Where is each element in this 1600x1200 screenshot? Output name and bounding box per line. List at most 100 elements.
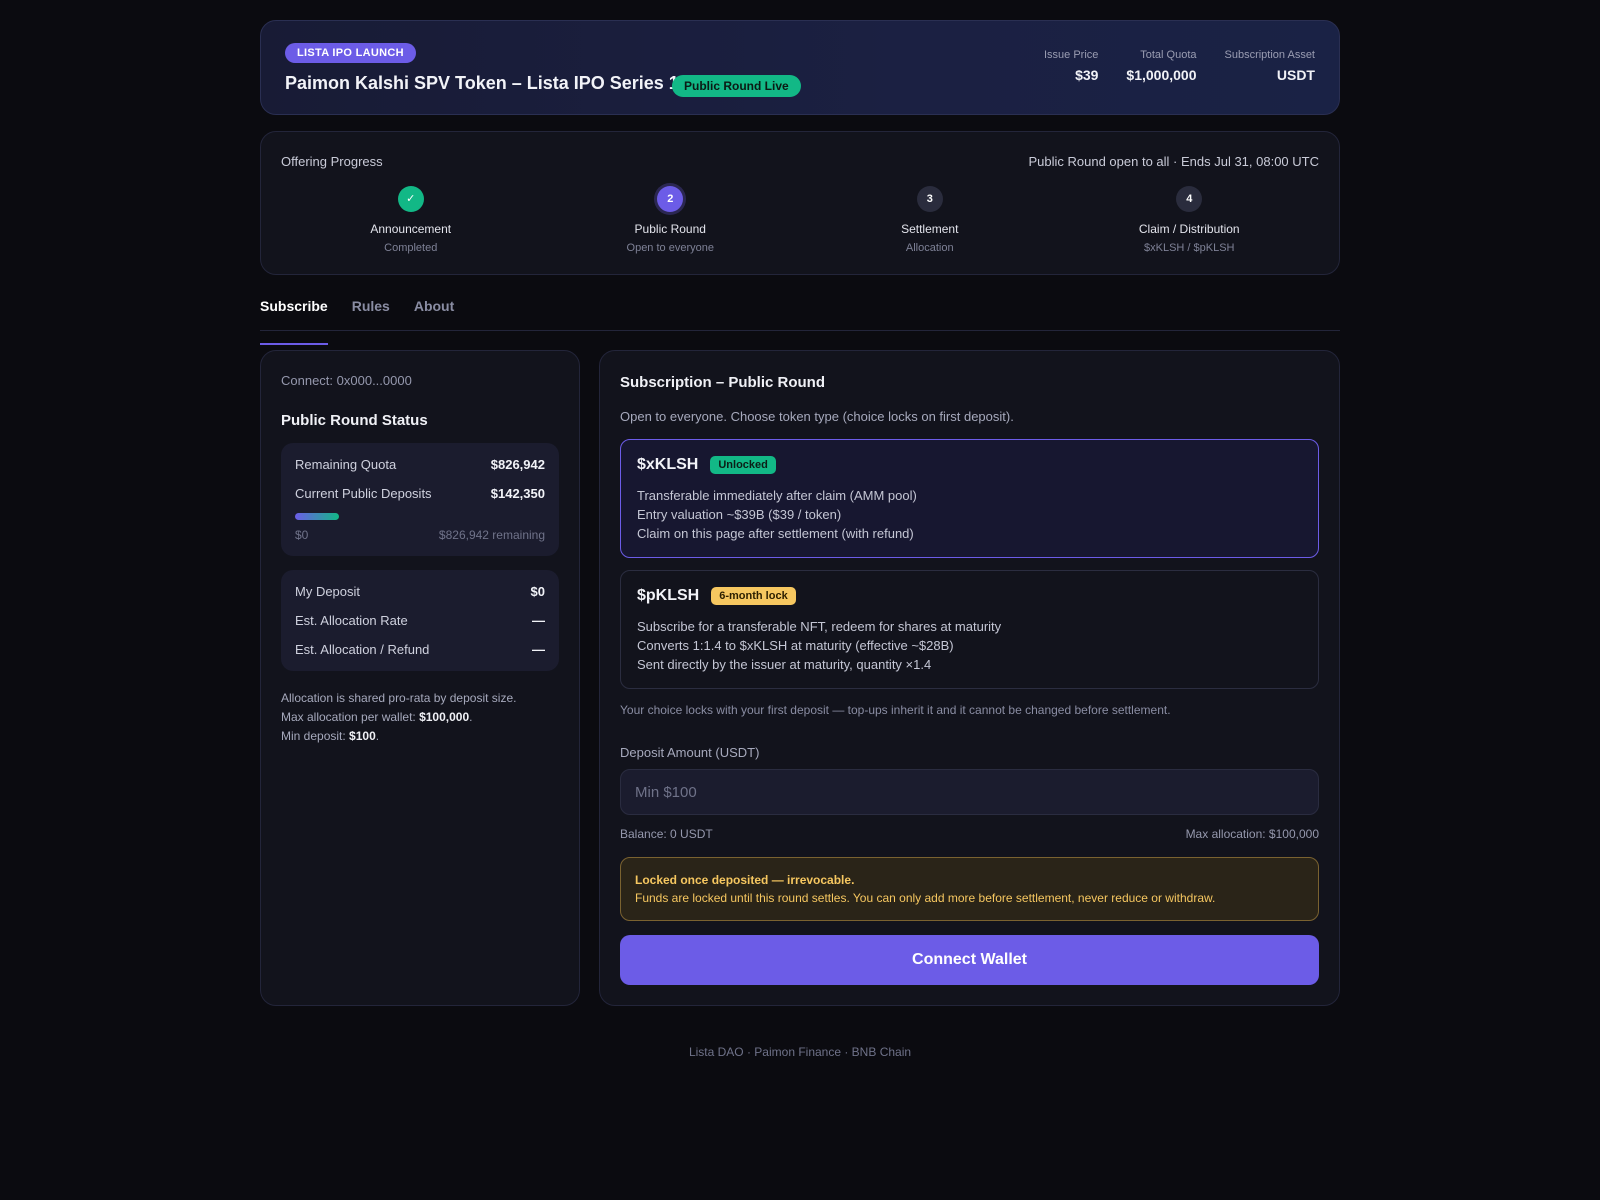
tab-subscribe[interactable]: Subscribe — [260, 295, 328, 345]
option-line: Sent directly by the issuer at maturity,… — [637, 657, 932, 672]
step-claim: 4 Claim / Distribution $xKLSH / $pKLSH — [1060, 186, 1320, 254]
offering-stats: Issue Price $39 Total Quota $1,000,000 S… — [1044, 49, 1315, 83]
step-name: Public Round — [634, 222, 706, 236]
status-title: Public Round Status — [281, 412, 428, 429]
option-header: $xKLSH Unlocked — [637, 456, 1302, 474]
note-prefix: Min deposit: — [281, 729, 350, 743]
option-line: Converts 1:1.4 to $xKLSH at maturity (ef… — [637, 638, 954, 653]
option-pklsh[interactable]: $pKLSH 6-month lock Subscribe for a tran… — [620, 570, 1319, 689]
row-label: Current Public Deposits — [295, 486, 432, 501]
tab-bar: Subscribe Rules About — [260, 295, 1340, 345]
bar-min-label: $0 — [295, 528, 309, 542]
irrevocable-warning: Locked once deposited — irrevocable. Fun… — [620, 857, 1319, 921]
allocation-note: Allocation is shared pro-rata by deposit… — [281, 689, 559, 746]
step-status: Completed — [384, 242, 438, 254]
row-label: Remaining Quota — [295, 457, 397, 472]
note-line: Min deposit: $100. — [281, 729, 380, 743]
min-deposit-value: $100 — [349, 729, 376, 743]
stat-issue-price: Issue Price $39 — [1044, 49, 1098, 83]
bar-remaining-label: $826,942 remaining — [438, 528, 545, 542]
step-public-round: 2 Public Round Open to everyone — [541, 186, 801, 254]
option-line: Transferable immediately after claim (AM… — [637, 488, 917, 503]
row-value: $0 — [530, 584, 545, 599]
subscription-panel: Subscription – Public Round Open to ever… — [599, 350, 1340, 1006]
subscription-title: Subscription – Public Round — [620, 374, 826, 391]
stat-value: $1,000,000 — [1126, 67, 1197, 83]
allocation-rate-row: Est. Allocation Rate — — [295, 613, 545, 628]
launch-badge: LISTA IPO LAUNCH — [285, 43, 416, 63]
progress-title: Offering Progress — [281, 154, 383, 169]
stat-value: USDT — [1276, 67, 1315, 83]
step-status: Allocation — [905, 242, 954, 254]
row-label: Est. Allocation Rate — [295, 613, 408, 628]
stat-label: Subscription Asset — [1224, 49, 1316, 61]
row-label: My Deposit — [295, 584, 361, 599]
option-header: $pKLSH 6-month lock — [637, 587, 1302, 605]
option-line: Claim on this page after settlement (wit… — [637, 526, 914, 541]
option-details: Transferable immediately after claim (AM… — [637, 486, 1302, 543]
note-prefix: Max allocation per wallet: — [281, 710, 420, 724]
option-name: $xKLSH — [637, 456, 699, 473]
my-deposit-row: My Deposit $0 — [295, 584, 545, 599]
subscription-desc: Open to everyone. Choose token type (cho… — [620, 409, 1014, 424]
check-icon: ✓ — [397, 186, 424, 212]
warning-body: Funds are locked until this round settle… — [635, 891, 1216, 905]
step-number: 4 — [1176, 186, 1203, 212]
quota-progress-bar — [295, 513, 339, 520]
row-label: Est. Allocation / Refund — [295, 642, 430, 657]
row-value: $826,942 — [490, 457, 545, 472]
offering-header: LISTA IPO LAUNCH Paimon Kalshi SPV Token… — [260, 20, 1340, 115]
tab-about[interactable]: About — [414, 295, 454, 330]
row-value: — — [532, 642, 545, 657]
step-settlement: 3 Settlement Allocation — [800, 186, 1060, 254]
step-name: Settlement — [901, 222, 959, 236]
tab-rules[interactable]: Rules — [352, 295, 390, 330]
my-deposit-box: My Deposit $0 Est. Allocation Rate — Est… — [281, 570, 559, 671]
progress-note: Public Round open to all · Ends Jul 31, … — [1028, 154, 1319, 169]
content-columns: Connect: 0x000...0000 Public Round Statu… — [260, 350, 1340, 1006]
connect-wallet-button[interactable]: Connect Wallet — [620, 935, 1319, 985]
progress-steps: ✓ Announcement Completed 2 Public Round … — [281, 186, 1319, 254]
quota-box: Remaining Quota $826,942 Current Public … — [281, 443, 559, 556]
stat-subscription-asset: Subscription Asset USDT — [1225, 49, 1316, 83]
step-announcement: ✓ Announcement Completed — [281, 186, 541, 254]
progress-bar-labels: $0 $826,942 remaining — [295, 528, 545, 542]
note-line: Allocation is shared pro-rata by deposit… — [281, 691, 517, 705]
wallet-address: Connect: 0x000...0000 — [281, 373, 412, 388]
option-name: $pKLSH — [637, 587, 700, 604]
step-name: Announcement — [370, 222, 452, 236]
public-deposits-row: Current Public Deposits $142,350 — [295, 486, 545, 501]
balance-text: Balance: 0 USDT — [620, 827, 713, 841]
round-status-panel: Connect: 0x000...0000 Public Round Statu… — [260, 350, 580, 1006]
choice-lock-note: Your choice locks with your first deposi… — [620, 703, 1171, 717]
option-line: Subscribe for a transferable NFT, redeem… — [637, 619, 1002, 634]
option-xklsh[interactable]: $xKLSH Unlocked Transferable immediately… — [620, 439, 1319, 558]
stat-label: Issue Price — [1044, 49, 1099, 61]
step-number: 2 — [657, 186, 684, 212]
step-name: Claim / Distribution — [1138, 222, 1240, 236]
stat-total-quota: Total Quota $1,000,000 — [1126, 49, 1196, 83]
row-value: — — [532, 613, 545, 628]
footer: Lista DAO · Paimon Finance · BNB Chain — [688, 1045, 912, 1059]
max-allocation-value: $100,000 — [419, 710, 470, 724]
stat-label: Total Quota — [1140, 49, 1197, 61]
option-details: Subscribe for a transferable NFT, redeem… — [637, 617, 1302, 674]
row-value: $142,350 — [490, 486, 545, 501]
status-badge: Public Round Live — [672, 75, 801, 97]
page-container: LISTA IPO LAUNCH Paimon Kalshi SPV Token… — [260, 20, 1340, 1006]
option-line: Entry valuation ~$39B ($39 / token) — [637, 507, 842, 522]
stat-value: $39 — [1075, 67, 1099, 83]
offering-title: Paimon Kalshi SPV Token – Lista IPO Seri… — [285, 73, 679, 93]
step-status: $xKLSH / $pKLSH — [1144, 242, 1235, 254]
warning-title: Locked once deposited — irrevocable. — [635, 873, 855, 887]
deposit-label: Deposit Amount (USDT) — [620, 745, 760, 760]
step-status: Open to everyone — [626, 242, 714, 254]
option-tag: Unlocked — [710, 456, 776, 474]
deposit-amount-input[interactable] — [620, 769, 1319, 815]
max-allocation-text: Max allocation: $100,000 — [1185, 827, 1319, 841]
allocation-refund-row: Est. Allocation / Refund — — [295, 642, 545, 657]
balance-row: Balance: 0 USDT Max allocation: $100,000 — [620, 827, 1319, 841]
step-number: 3 — [916, 186, 943, 212]
note-line: Max allocation per wallet: $100,000. — [281, 710, 473, 724]
remaining-quota-row: Remaining Quota $826,942 — [295, 457, 545, 472]
